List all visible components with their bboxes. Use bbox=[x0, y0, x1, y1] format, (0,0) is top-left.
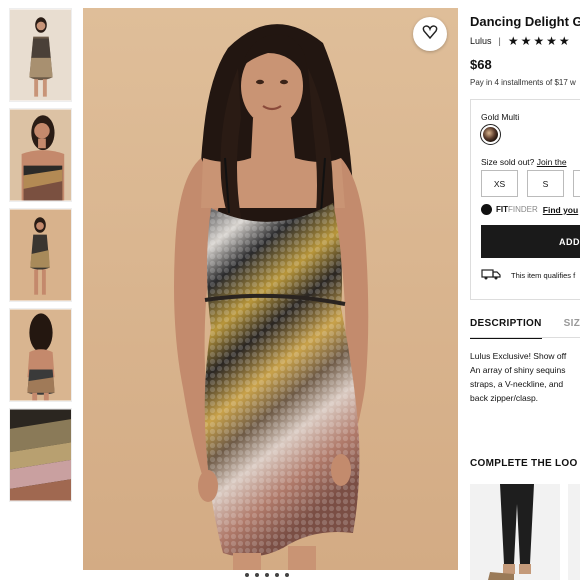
size-s-button[interactable]: S bbox=[527, 170, 564, 197]
product-title: Dancing Delight G bbox=[470, 14, 580, 29]
thumbnail-4[interactable] bbox=[9, 308, 72, 402]
description-line: straps, a V-neckline, and bbox=[470, 379, 564, 389]
fit-finder-row: FIT FINDER Find you bbox=[481, 204, 578, 215]
carousel-dot[interactable] bbox=[275, 573, 279, 577]
shipping-row: This item qualifies f bbox=[481, 268, 575, 282]
size-selector: XS S bbox=[481, 170, 580, 197]
fit-finder-logo-icon bbox=[481, 204, 492, 215]
brand-link[interactable]: Lulus bbox=[470, 36, 492, 46]
separator: | bbox=[498, 36, 501, 46]
product-price: $68 bbox=[470, 57, 492, 72]
tabs-divider bbox=[470, 337, 580, 338]
size-sold-out-text: Size sold out? bbox=[481, 157, 535, 167]
size-sold-out-row: Size sold out? Join the bbox=[481, 157, 567, 167]
product-tabs: DESCRIPTION SIZ bbox=[470, 318, 580, 339]
truck-icon bbox=[481, 268, 511, 282]
favorite-button[interactable] bbox=[413, 17, 447, 51]
heart-icon bbox=[422, 24, 438, 45]
carousel-dot[interactable] bbox=[255, 573, 259, 577]
image-carousel-dots bbox=[245, 573, 289, 577]
product-description: Lulus Exclusive! Show off An array of sh… bbox=[470, 349, 566, 405]
tab-description[interactable]: DESCRIPTION bbox=[470, 318, 542, 339]
description-line: An array of shiny sequins bbox=[470, 365, 566, 375]
thumbnail-3[interactable] bbox=[9, 208, 72, 302]
product-info-panel: Dancing Delight G Lulus | ★★★★★ $68 Pay … bbox=[470, 0, 580, 580]
complete-the-look-heading: COMPLETE THE LOO bbox=[470, 458, 578, 469]
color-label: Gold Multi bbox=[481, 112, 520, 122]
shipping-text: This item qualifies f bbox=[511, 270, 576, 280]
complete-look-item-2[interactable] bbox=[568, 484, 580, 580]
thumbnail-1[interactable] bbox=[9, 8, 72, 102]
fit-finder-text: FINDER bbox=[508, 205, 538, 214]
thumbnail-gallery bbox=[9, 8, 73, 508]
rating-stars[interactable]: ★★★★★ bbox=[508, 34, 572, 48]
size-xs-button[interactable]: XS bbox=[481, 170, 518, 197]
description-line: Lulus Exclusive! Show off bbox=[470, 351, 567, 361]
join-waitlist-link[interactable]: Join the bbox=[537, 157, 567, 167]
purchase-options-box: Gold Multi Size sold out? Join the XS S … bbox=[470, 99, 580, 300]
product-page: Dancing Delight G Lulus | ★★★★★ $68 Pay … bbox=[0, 0, 580, 580]
main-product-image[interactable] bbox=[83, 8, 458, 570]
find-your-size-link[interactable]: Find you bbox=[543, 205, 578, 215]
tab-size[interactable]: SIZ bbox=[564, 318, 580, 339]
thumbnail-5-sequin-detail[interactable] bbox=[9, 408, 72, 502]
add-to-bag-button[interactable]: ADD bbox=[481, 225, 580, 258]
installments-text: Pay in 4 installments of $17 w bbox=[470, 78, 576, 87]
color-swatch-gold-multi[interactable] bbox=[480, 124, 501, 145]
description-line: back zipper/clasp. bbox=[470, 393, 539, 403]
size-m-button[interactable] bbox=[573, 170, 580, 197]
thumbnail-2[interactable] bbox=[9, 108, 72, 202]
fit-brand: FIT bbox=[496, 205, 508, 214]
complete-look-item-1[interactable] bbox=[470, 484, 560, 580]
carousel-dot[interactable] bbox=[285, 573, 289, 577]
carousel-dot[interactable] bbox=[265, 573, 269, 577]
brand-row: Lulus | ★★★★★ bbox=[470, 34, 572, 48]
carousel-dot[interactable] bbox=[245, 573, 249, 577]
